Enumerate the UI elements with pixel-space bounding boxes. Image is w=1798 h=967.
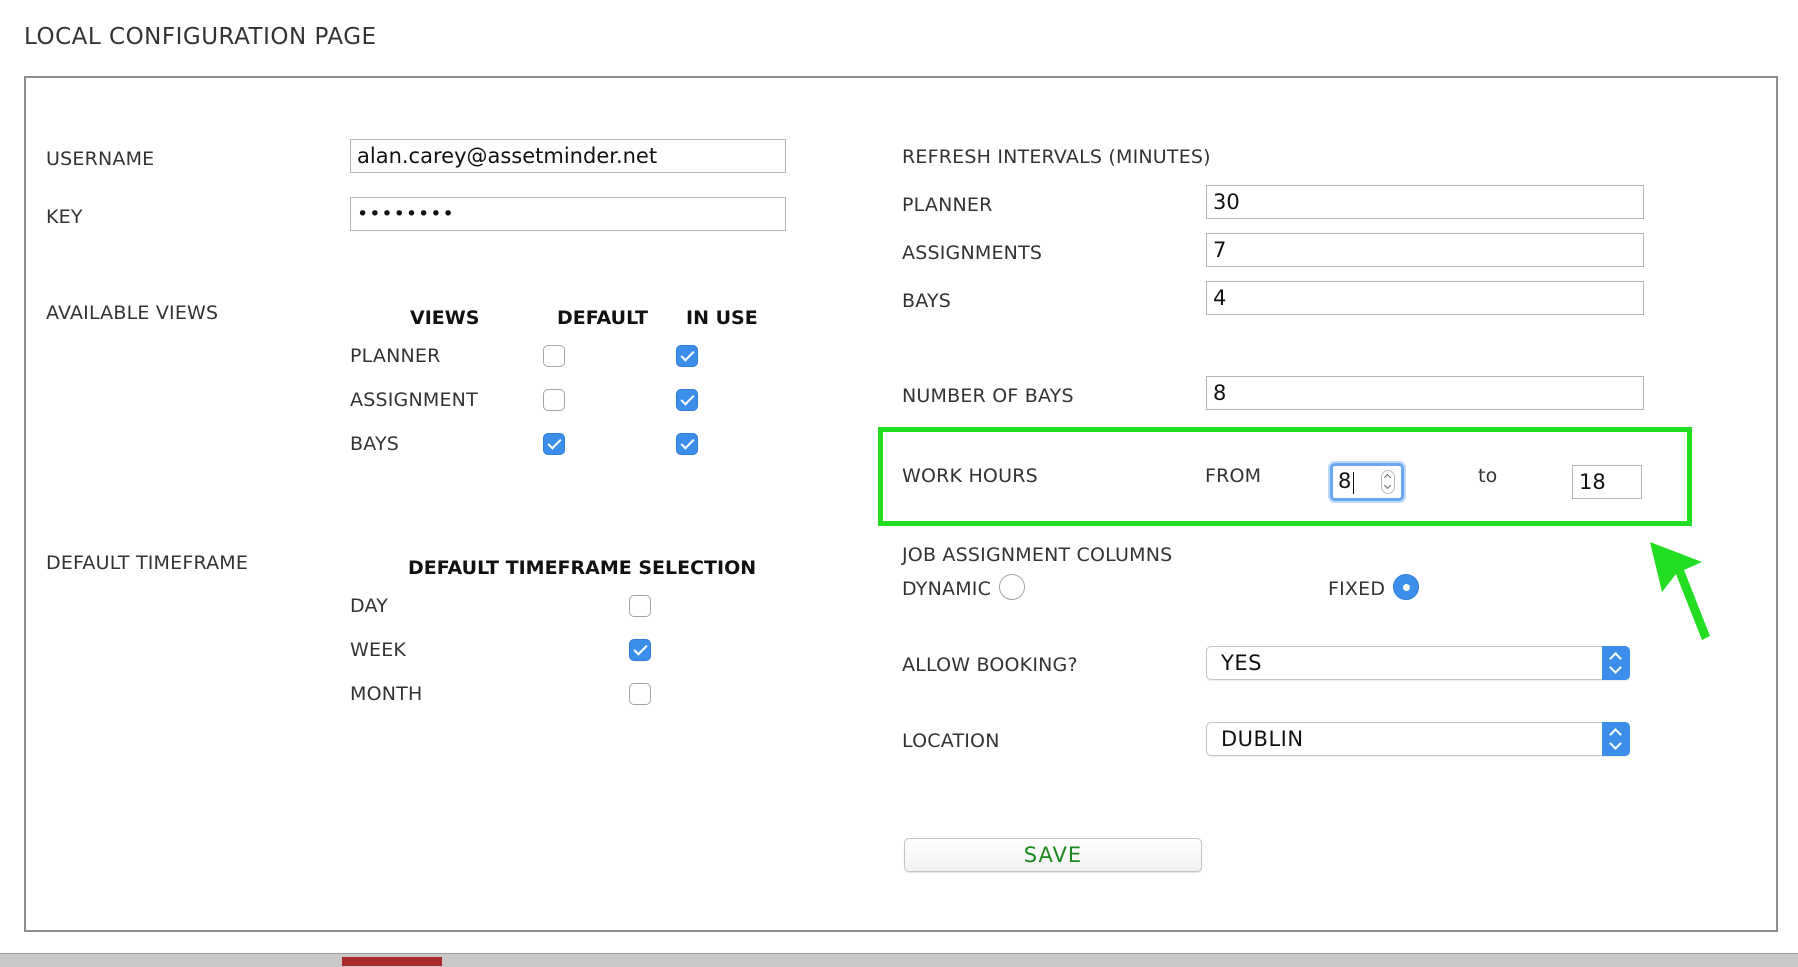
location-label: LOCATION [902,730,1000,752]
dynamic-label: DYNAMIC [902,578,992,600]
annotation-arrow-icon [1650,542,1710,640]
refresh-bays-label: BAYS [902,290,952,312]
save-button[interactable]: SAVE [904,838,1202,872]
refresh-assignments-input[interactable] [1206,233,1644,267]
view-planner-in-use-checkbox[interactable] [676,345,698,367]
timeframe-day-checkbox[interactable] [629,595,651,617]
work-hours-from-label: FROM [1205,465,1262,487]
job-assignment-columns-label: JOB ASSIGNMENT COLUMNS [902,544,1173,566]
timeframe-day-label: DAY [350,595,389,617]
fixed-radio[interactable] [1393,574,1419,600]
location-value: DUBLIN [1221,727,1304,751]
available-views-label: AVAILABLE VIEWS [46,302,219,324]
page-title: LOCAL CONFIGURATION PAGE [24,24,377,50]
default-header: DEFAULT [557,307,649,329]
active-bottom-tab[interactable] [342,957,442,966]
view-assignment-default-checkbox[interactable] [543,389,565,411]
default-timeframe-label: DEFAULT TIMEFRAME [46,552,249,574]
view-assignment-in-use-checkbox[interactable] [676,389,698,411]
timeframe-month-checkbox[interactable] [629,683,651,705]
refresh-planner-label: PLANNER [902,194,993,216]
number-of-bays-input[interactable] [1206,376,1644,410]
select-arrows-icon [1602,646,1630,680]
work-hours-to-input[interactable] [1572,465,1642,499]
view-bays-default-checkbox[interactable] [543,433,565,455]
view-planner-default-checkbox[interactable] [543,345,565,367]
refresh-planner-input[interactable] [1206,185,1644,219]
view-bays-in-use-checkbox[interactable] [676,433,698,455]
username-input[interactable] [350,139,786,173]
bottom-tab-bar [0,953,1798,967]
username-label: USERNAME [46,148,155,170]
text-caret [1353,472,1354,494]
view-assignment-label: ASSIGNMENT [350,389,478,411]
allow-booking-value: YES [1221,651,1262,675]
allow-booking-select[interactable]: YES [1206,646,1630,680]
refresh-intervals-label: REFRESH INTERVALS (MINUTES) [902,146,1211,168]
work-hours-from-spinner[interactable]: 8 [1330,463,1404,501]
number-of-bays-label: NUMBER OF BAYS [902,385,1074,407]
refresh-assignments-label: ASSIGNMENTS [902,242,1043,264]
in-use-header: IN USE [686,307,758,329]
work-hours-label: WORK HOURS [902,465,1038,487]
timeframe-selection-header: DEFAULT TIMEFRAME SELECTION [408,557,757,579]
view-bays-label: BAYS [350,433,400,455]
key-label: KEY [46,206,83,228]
work-hours-from-value: 8 [1338,469,1352,493]
work-hours-to-label: to [1478,465,1498,487]
key-input[interactable] [350,197,786,231]
view-planner-label: PLANNER [350,345,441,367]
timeframe-month-label: MONTH [350,683,423,705]
refresh-bays-input[interactable] [1206,281,1644,315]
timeframe-week-checkbox[interactable] [629,639,651,661]
allow-booking-label: ALLOW BOOKING? [902,654,1078,676]
location-select[interactable]: DUBLIN [1206,722,1630,756]
dynamic-radio[interactable] [999,574,1025,600]
fixed-label: FIXED [1328,578,1386,600]
timeframe-week-label: WEEK [350,639,407,661]
views-header: VIEWS [410,307,480,329]
select-arrows-icon [1602,722,1630,756]
stepper-arrows-icon[interactable] [1381,470,1395,494]
